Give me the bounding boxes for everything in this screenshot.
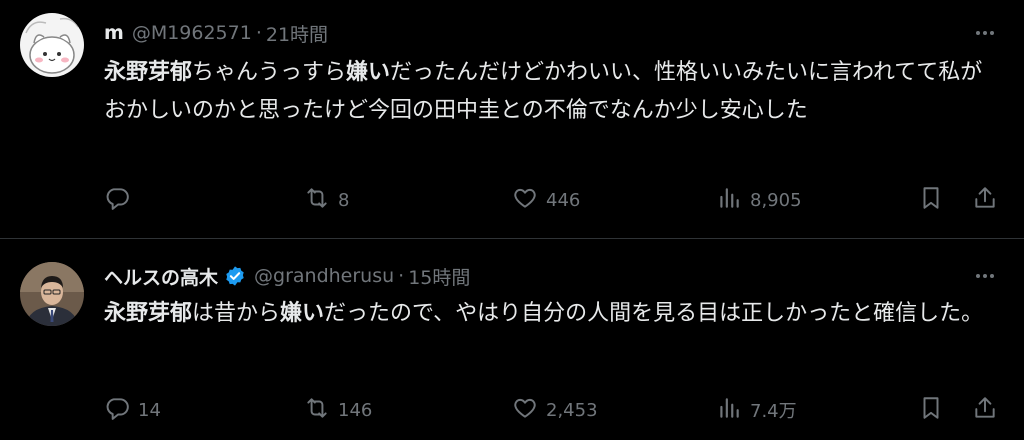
retweet-count: 146 xyxy=(338,399,373,421)
tweet[interactable]: m @M1962571 · 21時間 永野芽郁ちゃんうっすら嫌いだったんだけどか… xyxy=(0,0,1024,238)
like-button[interactable]: 446 xyxy=(512,185,580,216)
avatar[interactable] xyxy=(20,13,84,77)
views-icon xyxy=(716,185,742,216)
action-bar: 8 446 8,905 xyxy=(104,182,1004,218)
user-handle[interactable]: @grandherusu xyxy=(254,265,394,287)
bookmark-button[interactable] xyxy=(918,185,944,216)
reply-count: 14 xyxy=(138,399,161,421)
display-name[interactable]: m xyxy=(104,22,124,44)
display-name[interactable]: ヘルスの高木 xyxy=(104,263,218,290)
verified-badge-icon[interactable] xyxy=(224,265,246,287)
heart-icon xyxy=(512,185,538,216)
retweet-count: 8 xyxy=(338,189,350,211)
view-count: 8,905 xyxy=(750,189,802,211)
more-icon[interactable] xyxy=(970,261,1000,291)
retweet-button[interactable]: 146 xyxy=(304,395,372,426)
tweet-text: 永野芽郁ちゃんうっすら嫌いだったんだけどかわいい、性格いいみたいに言われてて私が… xyxy=(104,54,999,130)
separator-dot: · xyxy=(398,265,405,287)
share-icon xyxy=(972,185,998,216)
reply-button[interactable]: 14 xyxy=(104,395,161,426)
reply-icon xyxy=(104,185,130,216)
separator-dot: · xyxy=(255,22,262,44)
tweet-text: 永野芽郁は昔から嫌いだったので、やはり自分の人間を見る目は正しかったと確信した。 xyxy=(104,295,999,333)
avatar[interactable] xyxy=(20,262,84,326)
text-segment: は昔から xyxy=(192,301,281,326)
share-button[interactable] xyxy=(972,185,998,216)
timestamp[interactable]: 21時間 xyxy=(266,20,328,47)
retweet-icon xyxy=(304,395,330,426)
retweet-icon xyxy=(304,185,330,216)
heart-icon xyxy=(512,395,538,426)
bookmark-button[interactable] xyxy=(918,395,944,426)
like-button[interactable]: 2,453 xyxy=(512,395,598,426)
tweet-header: m @M1962571 · 21時間 xyxy=(104,18,328,48)
share-icon xyxy=(972,395,998,426)
tweet-header: ヘルスの高木 @grandherusu · 15時間 xyxy=(104,261,470,291)
text-segment: 嫌い xyxy=(346,60,391,85)
views-icon xyxy=(716,395,742,426)
views-button[interactable]: 8,905 xyxy=(716,185,802,216)
text-segment: ちゃんうっすら xyxy=(192,60,347,85)
like-count: 2,453 xyxy=(546,399,598,421)
bookmark-icon xyxy=(918,395,944,426)
view-count: 7.4万 xyxy=(750,401,797,422)
timestamp[interactable]: 15時間 xyxy=(408,263,470,290)
share-button[interactable] xyxy=(972,395,998,426)
text-segment: だったので、やはり自分の人間を見る目は正しかったと確信した。 xyxy=(324,301,984,326)
action-bar: 14 146 2,453 7.4万 xyxy=(104,392,1004,428)
user-handle[interactable]: @M1962571 xyxy=(132,22,252,44)
retweet-button[interactable]: 8 xyxy=(304,185,349,216)
reply-button[interactable] xyxy=(104,185,138,216)
tweet[interactable]: ヘルスの高木 @grandherusu · 15時間 永野芽郁は昔から嫌いだった… xyxy=(0,238,1024,440)
text-segment: 永野芽郁 xyxy=(104,60,193,85)
text-segment: 嫌い xyxy=(280,301,325,326)
text-segment: 永野芽郁 xyxy=(104,301,193,326)
more-icon[interactable] xyxy=(970,18,1000,48)
reply-icon xyxy=(104,395,130,426)
views-button[interactable]: 7.4万 xyxy=(716,395,797,426)
bookmark-icon xyxy=(918,185,944,216)
like-count: 446 xyxy=(546,189,581,211)
